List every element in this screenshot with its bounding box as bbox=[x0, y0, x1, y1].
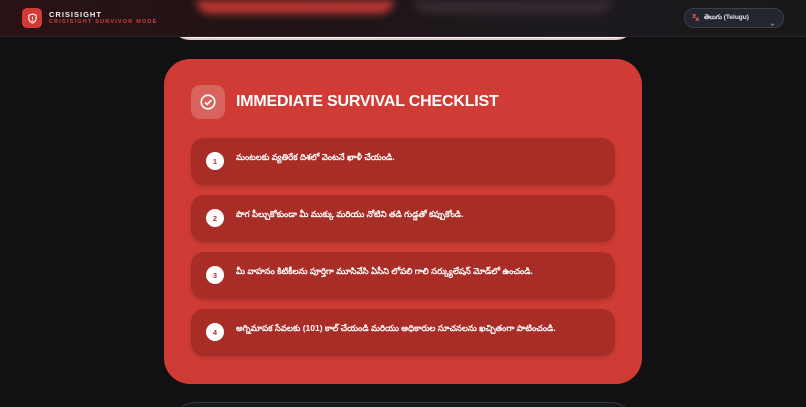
survival-checklist-card: IMMEDIATE SURVIVAL CHECKLIST 1 మంటలకు వ్… bbox=[164, 59, 642, 384]
brand-subtitle: CRISISIGHT SURVIVOR MODE bbox=[49, 19, 158, 25]
brand-name: CRISISIGHT bbox=[49, 10, 102, 19]
item-text: మీ వాహనం కిటికీలను పూర్తిగా మూసివేసి ఏసీ… bbox=[236, 266, 533, 276]
language-selector[interactable]: తెలుగు (Telugu) bbox=[684, 8, 784, 28]
checklist-item: 3 మీ వాహనం కిటికీలను పూర్తిగా మూసివేసి ఏ… bbox=[191, 252, 615, 299]
top-tab-blurred-inactive[interactable] bbox=[414, 0, 612, 14]
item-number-badge: 1 bbox=[206, 152, 224, 170]
checklist-item: 2 పొగ పీల్చుకోకుండా మీ ముక్కు మరియు నోటి… bbox=[191, 195, 615, 242]
item-text: అగ్నిమాపక సేవలకు (101) కాల్ చేయండి మరియు… bbox=[236, 323, 556, 333]
item-text: మంటలకు వ్యతిరేక దిశలో వెంటనే ఖాళీ చేయండి… bbox=[236, 152, 395, 162]
checklist-item: 4 అగ్నిమాపక సేవలకు (101) కాల్ చేయండి మరి… bbox=[191, 309, 615, 356]
language-label: తెలుగు (Telugu) bbox=[704, 13, 749, 21]
check-circle-icon bbox=[191, 85, 225, 119]
translate-icon bbox=[691, 9, 700, 27]
item-number-badge: 4 bbox=[206, 323, 224, 341]
app-header: CRISISIGHT CRISISIGHT SURVIVOR MODE తెలు… bbox=[0, 0, 806, 37]
top-tab-blurred-active[interactable] bbox=[196, 0, 394, 14]
checklist-title: IMMEDIATE SURVIVAL CHECKLIST bbox=[236, 93, 499, 110]
item-text: పొగ పీల్చుకోకుండా మీ ముక్కు మరియు నోటిని… bbox=[236, 209, 464, 219]
next-card-edge bbox=[174, 402, 632, 407]
chevron-down-icon bbox=[769, 15, 776, 33]
shield-icon[interactable] bbox=[22, 8, 42, 28]
checklist-item: 1 మంటలకు వ్యతిరేక దిశలో వెంటనే ఖాళీ చేయం… bbox=[191, 138, 615, 185]
item-number-badge: 2 bbox=[206, 209, 224, 227]
item-number-badge: 3 bbox=[206, 266, 224, 284]
